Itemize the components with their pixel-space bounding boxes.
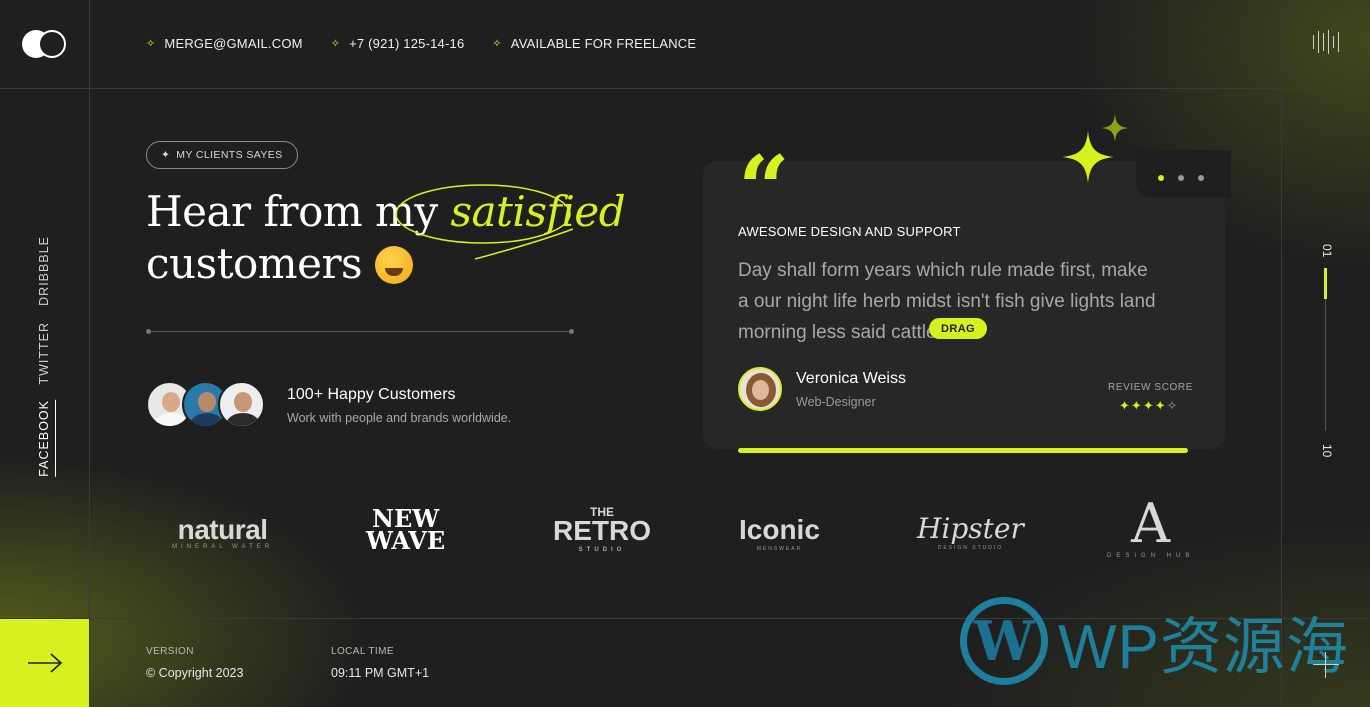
brand-natural-logo: natural MINERAL WATER bbox=[172, 514, 273, 550]
hero-divider bbox=[146, 329, 574, 334]
review-stars: ✦✦✦✦✧ bbox=[1119, 398, 1179, 414]
title-end: customers bbox=[146, 239, 363, 288]
sparkle-icon: ✧ bbox=[146, 38, 156, 50]
local-time-label: LOCAL TIME bbox=[331, 646, 394, 657]
brand-iconic-tag: MENSWEAR bbox=[756, 546, 803, 552]
version-label: VERSION bbox=[146, 646, 194, 657]
contact-phone[interactable]: ✧ +7 (921) 125-14-16 bbox=[331, 36, 465, 51]
watermark: W WP资源海 bbox=[960, 596, 1349, 686]
logo-circle-outline bbox=[38, 30, 66, 58]
availability-label: AVAILABLE FOR FREELANCE bbox=[510, 36, 697, 51]
reviewer-name: Veronica Weiss bbox=[796, 370, 906, 387]
section-pill-label: MY CLIENTS SAYES bbox=[176, 149, 283, 161]
social-dribbble-link[interactable]: DRIBBBLE bbox=[37, 236, 51, 306]
social-twitter-link[interactable]: TWITTER bbox=[37, 322, 51, 385]
star-filled-icon: ✦ bbox=[1119, 398, 1131, 413]
social-facebook-link[interactable]: FACEBOOK bbox=[37, 400, 56, 477]
card-notch bbox=[1136, 150, 1231, 198]
card-accent-bar bbox=[738, 448, 1188, 453]
site-logo[interactable] bbox=[22, 30, 68, 58]
testimonial-heading: AWESOME DESIGN AND SUPPORT bbox=[738, 224, 961, 239]
star-filled-icon: ✦ bbox=[1154, 398, 1167, 413]
customers-title: 100+ Happy Customers bbox=[287, 386, 456, 403]
brand-natural-tag: MINERAL WATER bbox=[172, 544, 274, 550]
brand-designhub-logo: A DESIGN HUB bbox=[1107, 496, 1194, 560]
reviewer-role: Web-Designer bbox=[796, 395, 876, 409]
customer-avatars bbox=[146, 381, 265, 428]
grid-line-top bbox=[0, 88, 1370, 89]
contact-availability: ✧ AVAILABLE FOR FREELANCE bbox=[492, 36, 696, 51]
sparkle-icon: ✦ bbox=[161, 149, 171, 161]
local-time-value: 09:11 PM GMT+1 bbox=[331, 666, 430, 680]
star-empty-icon: ✧ bbox=[1166, 398, 1179, 413]
brand-newwave-line2: WAVE bbox=[366, 526, 446, 555]
arrow-right-icon bbox=[27, 653, 62, 673]
avatar bbox=[218, 381, 265, 428]
contact-phone-label: +7 (921) 125-14-16 bbox=[349, 36, 465, 51]
quote-icon: “ bbox=[738, 136, 790, 242]
brand-retro-logo: THE RETRO STUDIO bbox=[553, 506, 651, 556]
sparkle-icon: ✧ bbox=[492, 38, 502, 50]
contact-email-label: MERGE@GMAIL.COM bbox=[164, 36, 303, 51]
title-start: Hear from my bbox=[146, 187, 438, 236]
reviewer-avatar bbox=[738, 367, 782, 411]
brand-hipster-tag: DESIGN STUDIO bbox=[937, 545, 1004, 551]
slider-dot[interactable] bbox=[1158, 175, 1164, 181]
contact-email[interactable]: ✧ MERGE@GMAIL.COM bbox=[146, 36, 303, 51]
slider-dot[interactable] bbox=[1178, 175, 1184, 181]
star-filled-icon: ✦ bbox=[1142, 398, 1155, 413]
sparkle-star-small-icon bbox=[1101, 114, 1129, 142]
slider-dots[interactable] bbox=[1158, 175, 1204, 181]
slide-current: 01 bbox=[1320, 244, 1334, 258]
sparkle-icon: ✧ bbox=[330, 38, 341, 50]
customers-subtitle: Work with people and brands worldwide. bbox=[287, 411, 512, 425]
brand-designhub-tag: DESIGN HUB bbox=[1107, 553, 1195, 559]
drag-handle[interactable]: DRAG bbox=[929, 318, 987, 339]
menu-bars-icon[interactable] bbox=[1313, 30, 1339, 54]
highlight-ellipse bbox=[395, 184, 574, 260]
version-value: © Copyright 2023 bbox=[146, 666, 244, 680]
brand-hipster-logo: Hipster DESIGN STUDIO bbox=[917, 512, 1024, 551]
brand-iconic-name: Iconic bbox=[739, 514, 820, 545]
contact-bar: ✧ MERGE@GMAIL.COM ✧ +7 (921) 125-14-16 ✧… bbox=[146, 36, 696, 51]
brand-iconic-logo: Iconic MENSWEAR bbox=[739, 514, 820, 552]
review-score-label: REVIEW SCORE bbox=[1108, 382, 1193, 393]
plus-icon[interactable] bbox=[1313, 652, 1339, 678]
slide-total: 10 bbox=[1320, 444, 1334, 458]
grid-line-left bbox=[89, 0, 90, 707]
watermark-text: WP资源海 bbox=[1058, 613, 1349, 682]
brand-hipster-name: Hipster bbox=[917, 512, 1024, 545]
brand-retro-name: RETRO bbox=[553, 515, 651, 546]
brand-designhub-name: A bbox=[1131, 492, 1171, 555]
wordpress-logo-icon: W bbox=[960, 597, 1048, 685]
next-arrow-button[interactable] bbox=[0, 619, 89, 707]
section-pill: ✦ MY CLIENTS SAYES bbox=[146, 141, 298, 169]
brand-newwave-logo: NEW WAVE bbox=[366, 507, 446, 555]
brand-natural-name: natural bbox=[177, 514, 268, 545]
slider-dot[interactable] bbox=[1198, 175, 1204, 181]
star-filled-icon: ✦ bbox=[1130, 398, 1143, 413]
slide-progress-fill bbox=[1324, 268, 1327, 299]
